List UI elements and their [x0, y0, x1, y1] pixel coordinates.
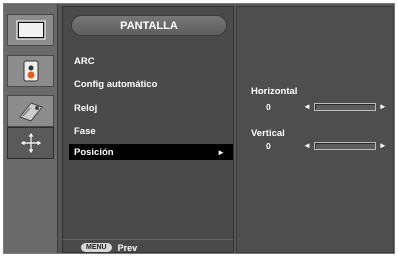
- tag-icon: [18, 102, 43, 122]
- menu-button[interactable]: MENU: [81, 243, 112, 252]
- menu-item-clock[interactable]: Reloj: [69, 100, 233, 116]
- menu-item-position[interactable]: Posición ►: [69, 144, 233, 160]
- option-menu-button[interactable]: [7, 95, 54, 127]
- menu-item-label: ARC: [74, 55, 95, 67]
- decrease-arrow-icon[interactable]: ◄: [303, 102, 311, 112]
- audio-menu-button[interactable]: [7, 55, 54, 87]
- menu-item-label: Fase: [74, 125, 96, 137]
- osd-window: PANTALLA ARC Config automático Reloj Fas…: [3, 3, 395, 254]
- position-menu-button[interactable]: [7, 127, 54, 159]
- vertical-slider-track[interactable]: [313, 142, 376, 150]
- menu-item-label: Posición: [74, 146, 114, 158]
- submenu-arrow-icon: ►: [217, 147, 225, 157]
- increase-arrow-icon[interactable]: ►: [379, 102, 387, 112]
- icon-column: [4, 4, 58, 253]
- menu-item-label: Config automático: [74, 78, 158, 90]
- audio-speaker-icon: [23, 60, 38, 82]
- vertical-label: Vertical: [251, 128, 285, 139]
- adjust-panel: Horizontal 0 ◄ ► Vertical 0 ◄ ►: [236, 6, 394, 253]
- horizontal-slider-track[interactable]: [313, 103, 376, 111]
- menu-item-arc[interactable]: ARC: [69, 53, 233, 69]
- menu-title: PANTALLA: [71, 15, 227, 36]
- position-cross-icon: [18, 131, 43, 155]
- vertical-value: 0: [266, 141, 271, 151]
- menu-item-auto-config[interactable]: Config automático: [69, 76, 233, 92]
- horizontal-slider[interactable]: ◄ ►: [303, 102, 387, 112]
- menu-item-label: Reloj: [74, 102, 98, 114]
- footer-bar: MENU Prev: [63, 239, 233, 255]
- decrease-arrow-icon[interactable]: ◄: [303, 141, 311, 151]
- vertical-slider[interactable]: ◄ ►: [303, 141, 387, 151]
- prev-label: Prev: [117, 242, 138, 253]
- menu-panel: PANTALLA ARC Config automático Reloj Fas…: [62, 6, 234, 253]
- horizontal-label: Horizontal: [251, 86, 298, 97]
- picture-icon: [15, 20, 46, 40]
- horizontal-value: 0: [266, 102, 271, 112]
- menu-item-phase[interactable]: Fase: [69, 123, 233, 139]
- picture-menu-button[interactable]: [7, 14, 54, 46]
- increase-arrow-icon[interactable]: ►: [379, 141, 387, 151]
